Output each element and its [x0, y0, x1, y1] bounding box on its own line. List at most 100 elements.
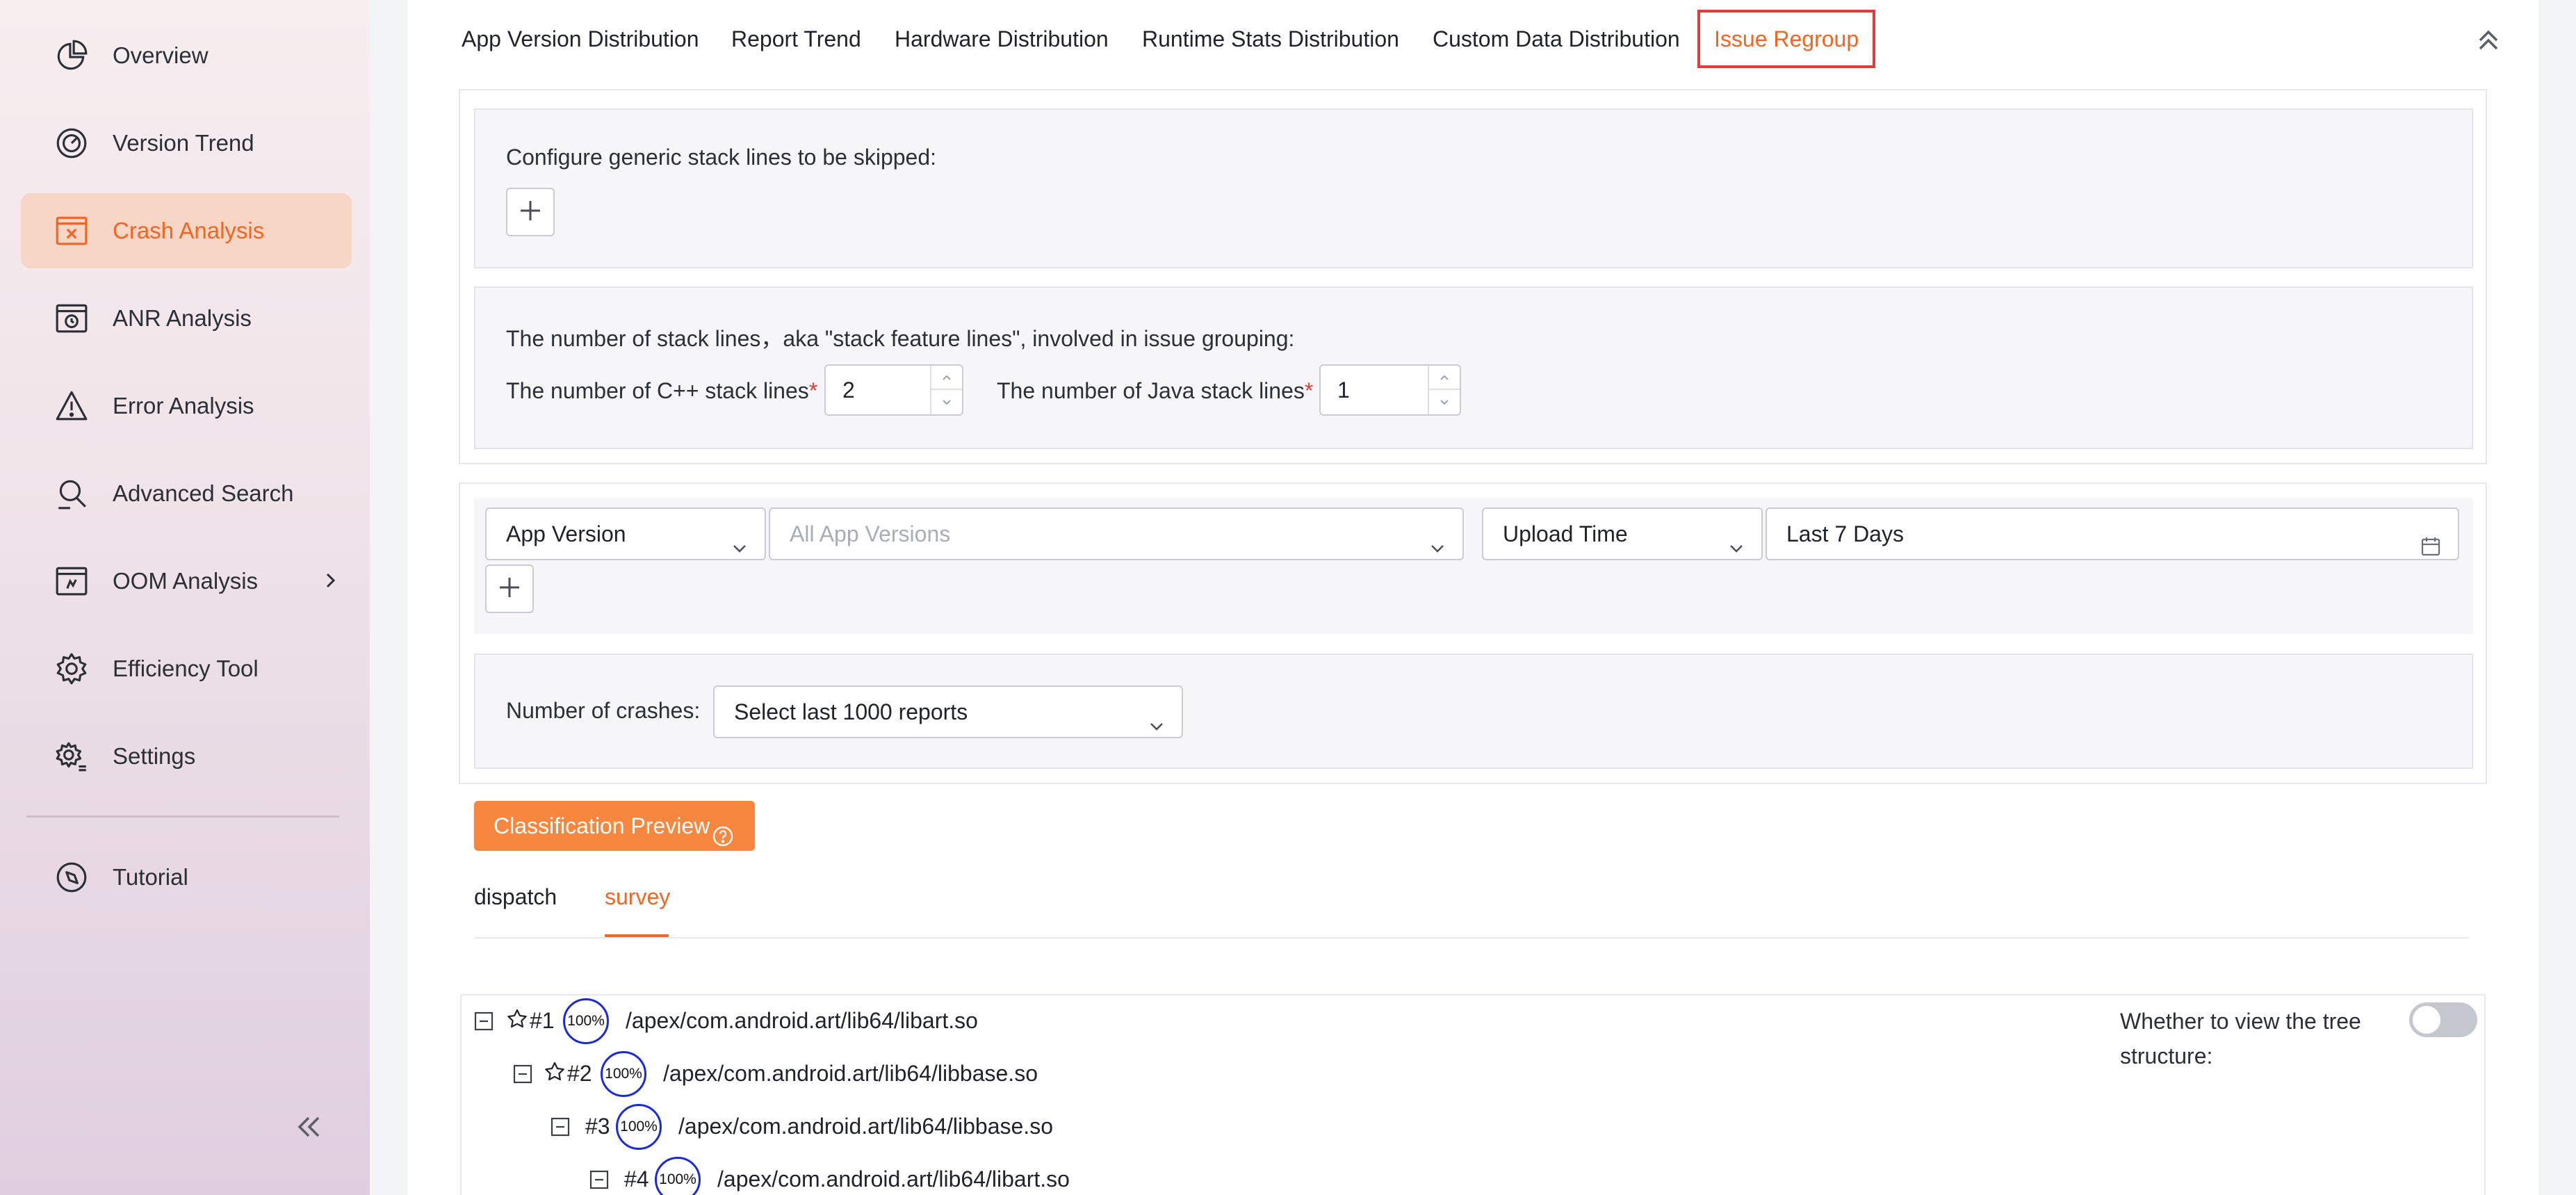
cpp-stack-lines-text: The number of C++ stack lines	[506, 378, 809, 403]
sidebar-item-crash-analysis[interactable]: Crash Analysis	[21, 193, 352, 268]
compass-icon	[54, 860, 89, 895]
cpp-stack-lines-value: 2	[842, 377, 855, 403]
sidebar-item-label: Overview	[113, 42, 209, 68]
star-outline-icon[interactable]	[506, 1008, 528, 1030]
oom-window-icon	[54, 564, 89, 599]
decrement-button[interactable]	[1429, 390, 1460, 414]
required-mark: *	[1304, 378, 1314, 403]
cpp-stack-lines-label: The number of C++ stack lines*	[506, 378, 817, 404]
chevron-down-icon	[1727, 526, 1746, 553]
subtab-dispatch[interactable]: dispatch	[474, 884, 557, 910]
tree-row-percent: 100%	[601, 1051, 646, 1097]
tree-structure-label: Whether to view the tree structure:	[2120, 1009, 2361, 1068]
double-chevron-left-icon[interactable]	[293, 1111, 325, 1143]
tab-report-trend[interactable]: Report Trend	[731, 21, 861, 57]
sidebar-item-advanced-search[interactable]: Advanced Search	[21, 456, 352, 531]
sidebar-item-label: Advanced Search	[113, 480, 294, 506]
java-stack-lines-value: 1	[1337, 377, 1350, 403]
classification-preview-button[interactable]: Classification Preview	[474, 801, 755, 851]
chevron-down-icon	[730, 526, 749, 553]
tree-row-path: /apex/com.android.art/lib64/libart.so	[626, 1008, 978, 1033]
subtab-survey[interactable]: survey	[605, 884, 670, 910]
cpp-stack-lines-input[interactable]: 2	[824, 364, 963, 416]
increment-button[interactable]	[931, 366, 962, 390]
crash-count-box: Number of crashes: Select last 1000 repo…	[474, 653, 2473, 769]
crash-count-select[interactable]: Select last 1000 reports	[713, 685, 1183, 738]
tree-row-index: #2	[567, 1061, 592, 1086]
increment-button[interactable]	[1429, 366, 1460, 390]
collapse-toggle-icon[interactable]	[551, 1116, 570, 1137]
stack-lines-box: The number of stack lines，aka "stack fea…	[474, 286, 2473, 449]
sidebar-item-efficiency-tool[interactable]: Efficiency Tool	[21, 631, 352, 706]
main-panel: App Version Distribution Report Trend Ha…	[407, 0, 2538, 1195]
collapse-toggle-icon[interactable]	[474, 1011, 494, 1031]
tree-row-percent: 100%	[563, 998, 609, 1044]
tab-bar: App Version Distribution Report Trend Ha…	[407, 0, 2538, 76]
date-range-picker[interactable]: Last 7 Days	[1766, 507, 2459, 560]
chevron-down-icon	[1428, 526, 1447, 553]
tree-row-path: /apex/com.android.art/lib64/libart.so	[717, 1166, 1070, 1192]
star-outline-icon[interactable]	[544, 1061, 566, 1083]
gear-icon	[54, 651, 89, 686]
sidebar-item-label: Crash Analysis	[113, 218, 265, 243]
sidebar-item-label: ANR Analysis	[113, 305, 252, 331]
time-field-select[interactable]: Upload Time	[1482, 507, 1763, 560]
collapse-toggle-icon[interactable]	[513, 1064, 532, 1084]
sidebar-item-version-trend[interactable]: Version Trend	[21, 106, 352, 181]
calendar-icon	[2420, 524, 2441, 556]
settings-icon	[54, 739, 89, 774]
sidebar-item-label: Efficiency Tool	[113, 656, 259, 681]
crash-count-value: Select last 1000 reports	[734, 699, 968, 724]
tree-row-index: #3	[585, 1114, 610, 1139]
tree-row-path: /apex/com.android.art/lib64/libbase.so	[663, 1061, 1038, 1086]
filter-section: App Version All App Versions Upload Time…	[459, 482, 2487, 784]
tab-runtime-stats-distribution[interactable]: Runtime Stats Distribution	[1142, 21, 1399, 57]
sidebar-item-label: OOM Analysis	[113, 568, 259, 594]
filter-field-select[interactable]: App Version	[485, 507, 766, 560]
tab-issue-regroup[interactable]: Issue Regroup	[1697, 10, 1876, 68]
sidebar-item-label: Error Analysis	[113, 393, 254, 418]
sidebar-item-label: Settings	[113, 743, 196, 769]
java-stack-lines-input[interactable]: 1	[1319, 364, 1461, 416]
sidebar-divider	[26, 815, 339, 818]
add-filter-button[interactable]	[485, 564, 534, 613]
required-mark: *	[808, 378, 818, 403]
tree-row-path: /apex/com.android.art/lib64/libbase.so	[678, 1114, 1053, 1139]
skip-lines-box: Configure generic stack lines to be skip…	[474, 108, 2473, 268]
grouping-config-section: Configure generic stack lines to be skip…	[459, 89, 2487, 464]
tree-structure-toggle[interactable]	[2409, 1002, 2477, 1037]
sidebar-item-settings[interactable]: Settings	[21, 719, 352, 794]
chevron-right-icon[interactable]	[320, 570, 341, 591]
plus-icon	[519, 199, 542, 226]
java-stack-lines-text: The number of Java stack lines	[997, 378, 1305, 403]
crash-count-label: Number of crashes:	[506, 698, 701, 723]
help-circle-icon[interactable]	[712, 815, 734, 847]
double-chevron-up-icon[interactable]	[2475, 25, 2502, 53]
tab-app-version-distribution[interactable]: App Version Distribution	[462, 21, 699, 57]
sidebar-item-overview[interactable]: Overview	[21, 18, 352, 93]
sidebar-item-tutorial[interactable]: Tutorial	[21, 840, 352, 915]
stack-lines-heading: The number of stack lines，aka "stack fea…	[506, 326, 1295, 351]
sidebar-item-label: Tutorial	[113, 864, 188, 890]
decrement-button[interactable]	[931, 390, 962, 414]
app-versions-placeholder: All App Versions	[790, 521, 951, 546]
sidebar-item-oom-analysis[interactable]: OOM Analysis	[21, 544, 352, 619]
chevron-down-icon	[1147, 704, 1166, 731]
tab-custom-data-distribution[interactable]: Custom Data Distribution	[1433, 21, 1680, 57]
collapse-toggle-icon[interactable]	[589, 1169, 609, 1189]
tree-row-percent: 100%	[616, 1104, 662, 1150]
app-versions-select[interactable]: All App Versions	[769, 507, 1464, 560]
add-skip-line-button[interactable]	[506, 188, 555, 236]
sidebar-item-error-analysis[interactable]: Error Analysis	[21, 368, 352, 444]
search-icon	[54, 476, 89, 511]
java-stepper	[1428, 366, 1460, 414]
subtab-active-indicator	[605, 934, 669, 937]
classification-preview-label: Classification Preview	[494, 813, 710, 838]
sidebar-item-anr-analysis[interactable]: ANR Analysis	[21, 281, 352, 356]
date-range-value: Last 7 Days	[1786, 521, 1904, 546]
tab-hardware-distribution[interactable]: Hardware Distribution	[895, 21, 1109, 57]
skip-lines-label: Configure generic stack lines to be skip…	[506, 145, 937, 170]
pie-chart-icon	[54, 38, 89, 73]
tree-row-index: #1	[530, 1008, 555, 1033]
tree-row-index: #4	[624, 1166, 649, 1192]
